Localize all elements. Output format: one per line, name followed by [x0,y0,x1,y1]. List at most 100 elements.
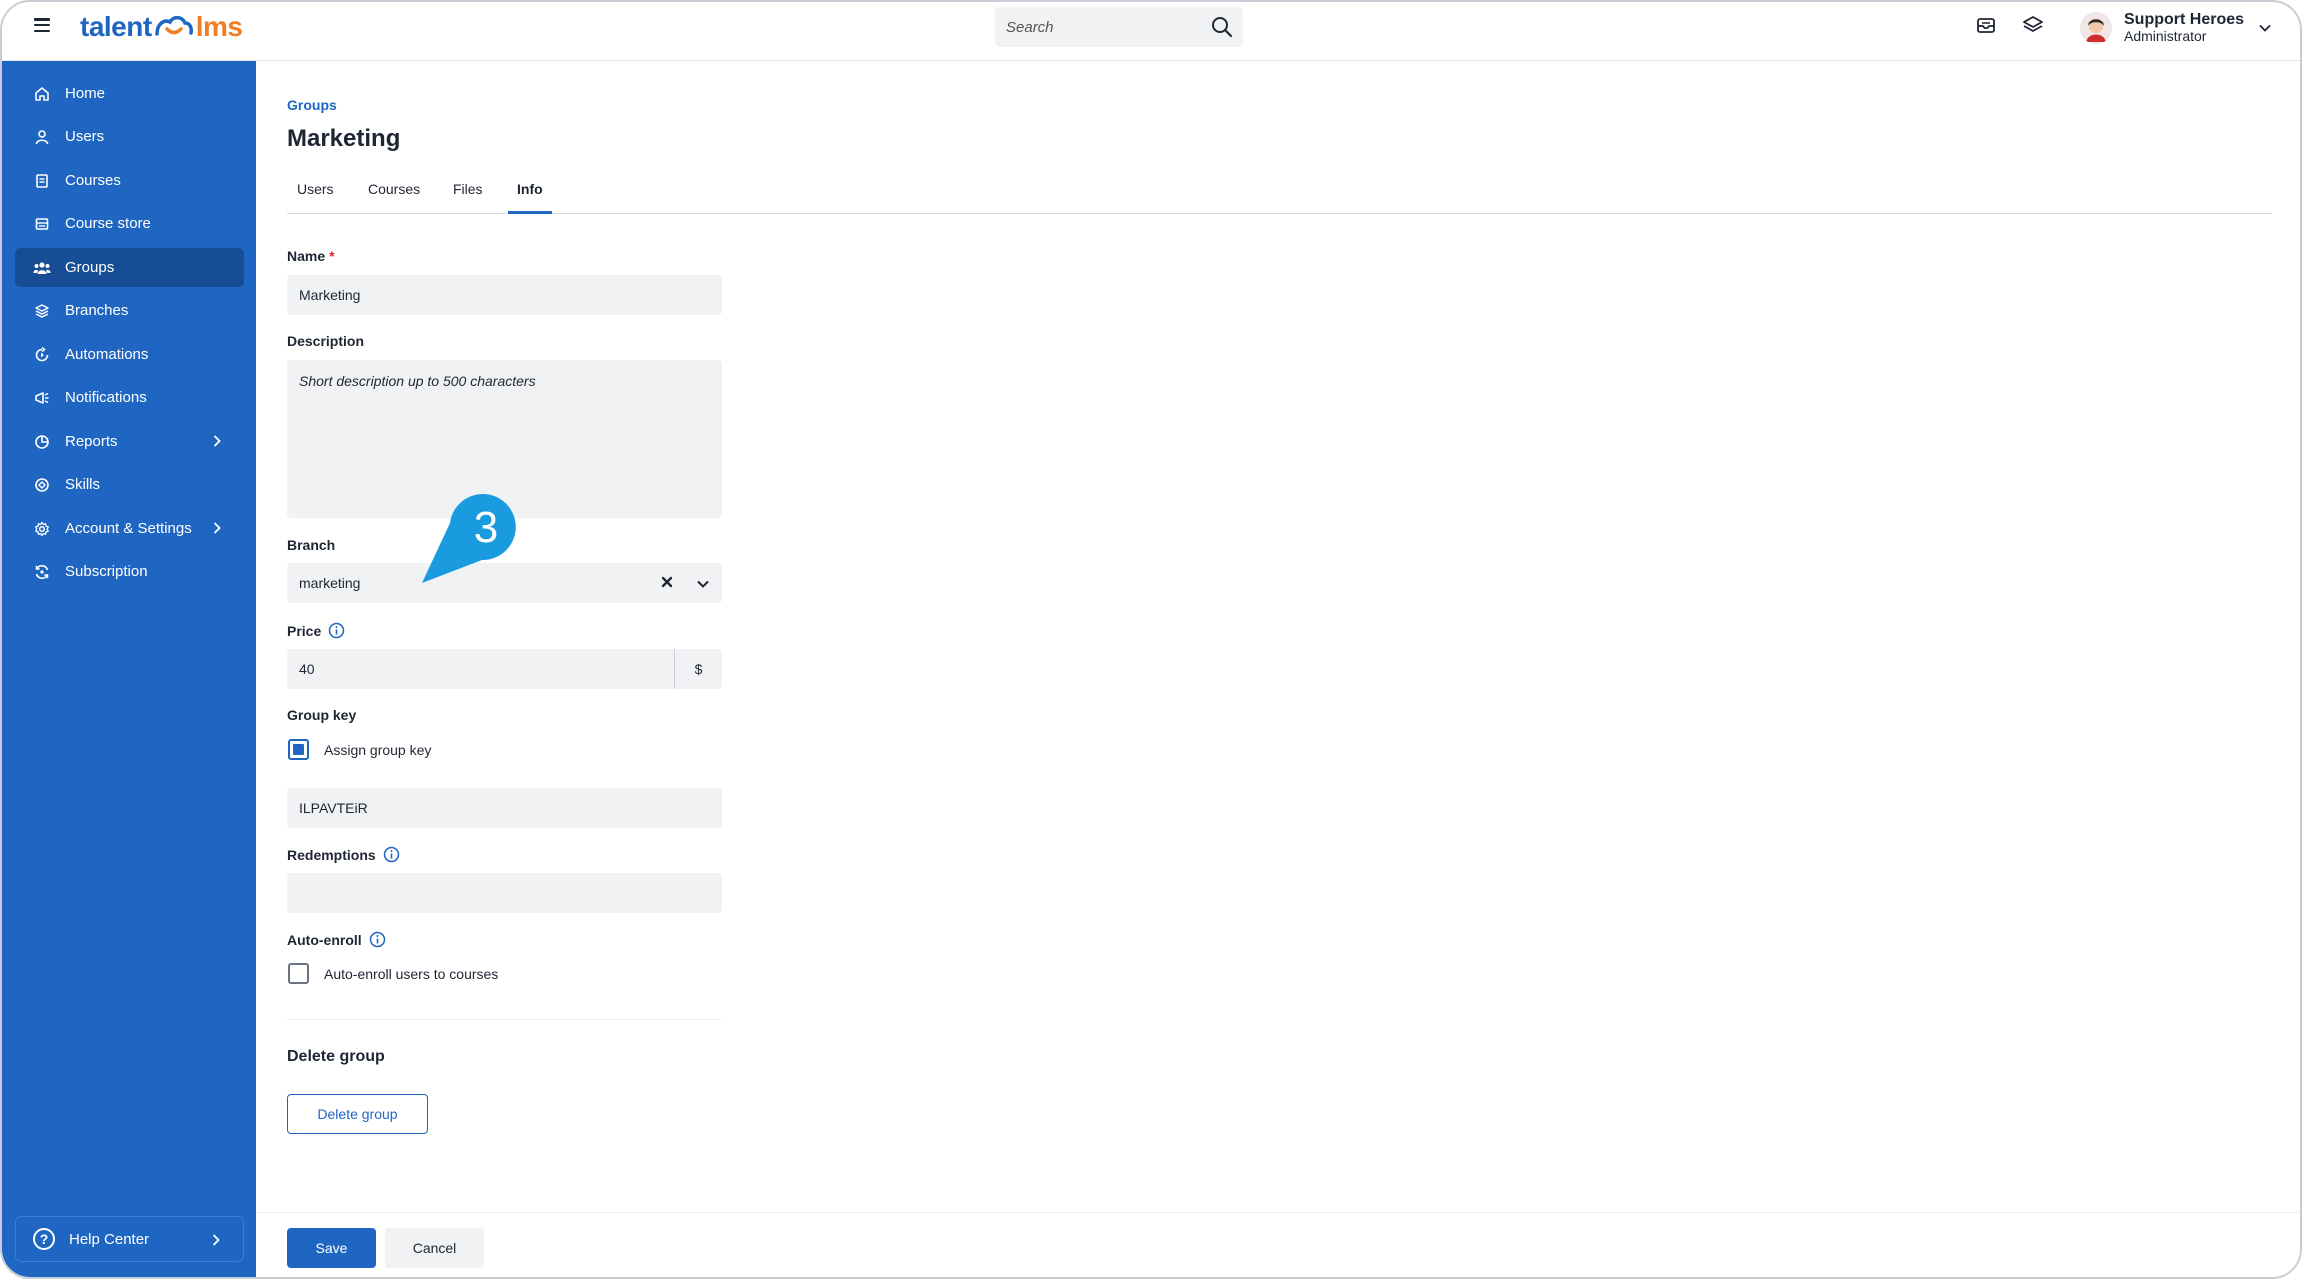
settings-icon [33,520,51,538]
info-icon[interactable] [369,931,386,948]
name-label: Name * [287,248,335,264]
logo-text-talent: talent [80,11,152,42]
sidebar-item-course-store[interactable]: Course store [15,204,244,243]
user-menu[interactable]: Support Heroes Administrator [2080,8,2272,48]
save-button[interactable]: Save [287,1228,376,1268]
sidebar-item-account-settings[interactable]: Account & Settings [15,509,244,548]
help-center-button[interactable]: ? Help Center [15,1216,244,1262]
chevron-down-icon [2259,24,2271,32]
currency-suffix: $ [674,649,722,689]
info-icon[interactable] [383,846,400,863]
logo-cloud-icon [154,15,193,36]
notifications-icon [33,389,51,407]
sidebar-item-label: Automations [65,346,149,363]
groups-icon [33,259,51,277]
app-window: talent lms Support Heroes Administrator … [0,0,2302,1279]
avatar [2080,12,2112,44]
assign-group-key-label: Assign group key [324,742,432,758]
user-name: Support Heroes [2124,11,2245,28]
chevron-right-icon [213,522,221,534]
tab-users[interactable]: Users [297,181,334,214]
step-callout-marker: 3 [420,490,520,590]
chevron-down-icon[interactable] [695,576,711,592]
assign-group-key-checkbox[interactable] [288,739,309,760]
sidebar-item-label: Home [65,85,106,102]
sidebar-item-automations[interactable]: Automations [15,335,244,374]
cancel-button[interactable]: Cancel [385,1228,484,1268]
search-box [995,7,1243,47]
sidebar-item-home[interactable]: Home [15,74,244,113]
top-bar: talent lms Support Heroes Administrator [2,2,2300,61]
auto-enroll-label-text: Auto-enroll [287,931,362,948]
price-field[interactable] [287,649,722,689]
sidebar-item-groups[interactable]: Groups [15,248,244,287]
divider [287,1019,722,1020]
sidebar-item-label: Reports [65,433,118,450]
sidebar-item-label: Users [65,128,105,145]
home-icon [33,85,51,103]
reports-icon [33,433,51,451]
tab-bar: Users Courses Files Info [287,173,2272,214]
delete-group-button[interactable]: Delete group [287,1094,428,1134]
sidebar-item-label: Groups [65,259,115,276]
inbox-icon[interactable] [1975,14,1997,36]
group-key-label: Group key [287,707,357,723]
user-icon [33,128,51,146]
sidebar-item-label: Subscription [65,563,148,580]
sidebar: Home Users Courses Course store Groups B… [2,61,256,1277]
search-input[interactable] [995,7,1195,47]
redemptions-label-text: Redemptions [287,846,376,863]
search-icon[interactable] [1211,16,1233,38]
breadcrumb[interactable]: Groups [287,97,337,113]
sidebar-item-reports[interactable]: Reports [15,422,244,461]
sidebar-item-label: Notifications [65,389,147,406]
clear-icon[interactable] [659,574,675,590]
sidebar-item-label: Account & Settings [65,520,192,537]
info-icon[interactable] [328,622,345,639]
layers-switch-icon[interactable] [2022,14,2044,36]
sidebar-item-label: Courses [65,172,121,189]
form-footer [256,1212,2300,1277]
delete-group-heading: Delete group [287,1048,385,1065]
redemptions-label: Redemptions [287,846,400,863]
required-marker: * [329,248,335,264]
sidebar-item-skills[interactable]: Skills [15,465,244,504]
sidebar-item-subscription[interactable]: Subscription [15,552,244,591]
tab-files[interactable]: Files [453,181,483,214]
skills-icon [33,476,51,494]
sidebar-item-courses[interactable]: Courses [15,161,244,200]
subscription-icon [33,563,51,581]
logo-text-lms: lms [195,11,243,42]
automations-icon [33,346,51,364]
sidebar-item-label: Branches [65,302,129,319]
chevron-right-icon [213,435,221,447]
price-label-text: Price [287,622,322,639]
branch-label: Branch [287,537,336,553]
page-title: Marketing [287,125,401,152]
price-label: Price [287,622,345,639]
chevron-right-icon [212,1234,220,1246]
tab-courses[interactable]: Courses [368,181,420,214]
branches-icon [33,302,51,320]
auto-enroll-checkbox-label: Auto-enroll users to courses [324,966,499,982]
talentlms-logo[interactable]: talent lms [80,10,243,44]
sidebar-item-users[interactable]: Users [15,117,244,156]
tab-info[interactable]: Info [508,181,552,214]
auto-enroll-label: Auto-enroll [287,931,386,948]
description-label: Description [287,333,365,349]
courses-icon [33,172,51,190]
course-store-icon [33,215,51,233]
redemptions-field[interactable] [287,873,722,913]
sidebar-item-notifications[interactable]: Notifications [15,378,244,417]
menu-icon[interactable] [34,18,50,32]
user-role: Administrator [2124,28,2207,44]
auto-enroll-checkbox[interactable] [288,963,309,984]
group-key-field[interactable] [287,788,722,828]
sidebar-item-label: Course store [65,215,151,232]
sidebar-item-label: Skills [65,476,101,493]
sidebar-item-branches[interactable]: Branches [15,291,244,330]
callout-number: 3 [473,503,499,552]
name-field[interactable] [287,275,722,315]
help-icon: ? [33,1228,55,1250]
help-center-label: Help Center [69,1230,150,1248]
